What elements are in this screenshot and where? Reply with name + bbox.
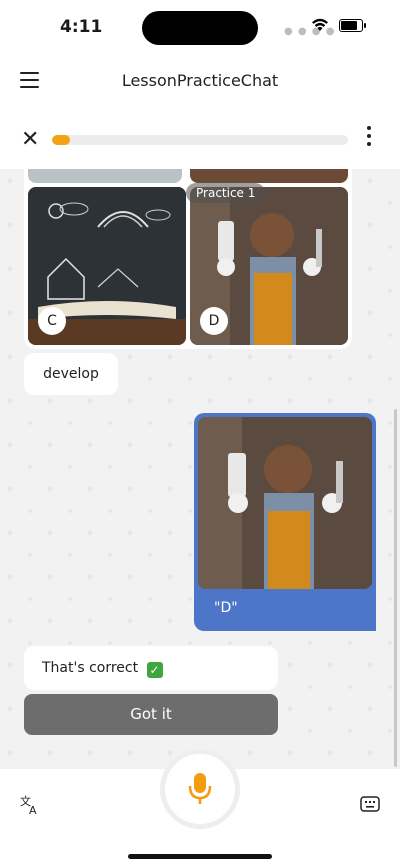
wifi-icon <box>312 18 328 31</box>
battery-icon <box>339 19 366 32</box>
got-it-button[interactable]: Got it <box>24 694 278 735</box>
option-letter-d: D <box>200 307 228 335</box>
dynamic-island <box>142 11 258 45</box>
option-image-a[interactable] <box>28 169 182 183</box>
option-image-b[interactable] <box>190 169 348 183</box>
microphone-icon <box>188 773 212 804</box>
close-icon[interactable]: ✕ <box>21 129 39 151</box>
bottom-input-bar: 文 A <box>0 754 400 867</box>
feedback-text: That's correct <box>42 660 139 676</box>
lesson-progress-bar <box>52 135 348 145</box>
answer-photo <box>198 417 372 589</box>
status-time: 4:11 <box>60 17 103 37</box>
option-letter-c: C <box>38 307 66 335</box>
lesson-progress-row: ✕ <box>0 107 400 169</box>
home-indicator <box>128 854 272 859</box>
translate-icon[interactable]: 文 A <box>19 793 41 815</box>
keyboard-icon[interactable] <box>360 796 380 812</box>
svg-text:A: A <box>29 804 37 815</box>
user-answer-bubble: "D" <box>194 413 376 631</box>
option-image-d[interactable]: D <box>190 187 348 345</box>
scrollbar[interactable] <box>394 169 397 769</box>
progress-fill <box>52 135 70 145</box>
check-mark-icon: ✓ <box>146 662 163 678</box>
more-vertical-icon[interactable] <box>362 126 376 148</box>
image-options-card: C D Practice 1 <box>24 169 352 349</box>
chat-area[interactable]: C D Practice 1 develop "D" That's correc… <box>0 169 400 769</box>
app-header: LessonPracticeChat <box>0 55 400 107</box>
page-title: LessonPracticeChat <box>121 71 279 90</box>
microphone-button[interactable] <box>165 754 235 824</box>
practice-label: Practice 1 <box>186 183 266 203</box>
feedback-bubble: That's correct ✓ <box>24 646 278 690</box>
status-bar: 4:11 ● ● ● ● <box>0 0 400 55</box>
user-answer-text: "D" <box>214 600 238 616</box>
option-image-c[interactable]: C <box>28 187 186 345</box>
prompt-word-bubble: develop <box>24 353 118 395</box>
person-photo <box>198 417 372 589</box>
